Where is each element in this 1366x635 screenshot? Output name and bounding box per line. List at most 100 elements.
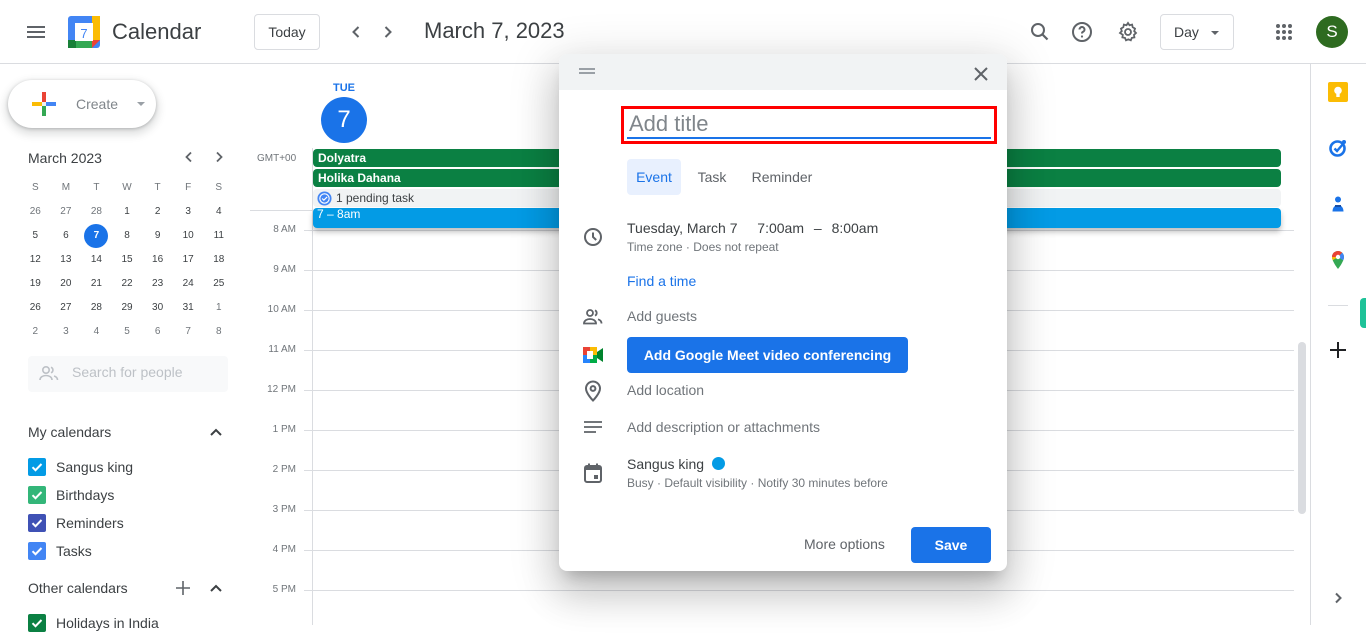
mini-calendar-day[interactable]: 1 — [203, 296, 234, 320]
event-start-time[interactable]: 7:00am — [757, 220, 804, 236]
mini-calendar-day[interactable]: 2 — [142, 200, 173, 224]
other-calendars-collapse-button[interactable] — [206, 578, 226, 598]
mini-calendar-day[interactable]: 1 — [112, 200, 143, 224]
mini-calendar-day[interactable]: 13 — [51, 248, 82, 272]
mini-calendar-day[interactable]: 6 — [142, 320, 173, 344]
mini-calendar-day[interactable]: 8 — [112, 224, 143, 248]
calendar-checkbox[interactable] — [28, 614, 46, 632]
my-calendars-collapse-button[interactable] — [206, 422, 226, 442]
mini-calendar-day[interactable]: 5 — [112, 320, 143, 344]
dialog-header[interactable] — [559, 54, 1007, 90]
mini-calendar-day[interactable]: 11 — [203, 224, 234, 248]
mini-calendar-day[interactable]: 16 — [142, 248, 173, 272]
mini-calendar-day[interactable]: 19 — [20, 272, 51, 296]
tab-event[interactable]: Event — [627, 159, 681, 195]
mini-calendar-next-button[interactable] — [208, 146, 230, 168]
mini-calendar-day-selected[interactable]: 7 — [81, 224, 112, 248]
calendar-list-item[interactable]: Reminders — [28, 511, 124, 535]
maps-button[interactable] — [1326, 248, 1350, 272]
mini-calendar-day[interactable]: 27 — [51, 200, 82, 224]
calendar-selector[interactable]: Sangus king — [627, 456, 726, 472]
keep-button[interactable] — [1326, 80, 1350, 104]
tab-task[interactable]: Task — [691, 159, 733, 195]
calendar-list-item[interactable]: Tasks — [28, 539, 92, 563]
search-button[interactable] — [1020, 12, 1060, 52]
google-apps-button[interactable] — [1264, 12, 1304, 52]
mini-calendar-day[interactable]: 20 — [51, 272, 82, 296]
people-search-input[interactable] — [72, 364, 222, 380]
add-description-field[interactable]: Add description or attachments — [627, 419, 820, 435]
mini-calendar-day[interactable]: 3 — [51, 320, 82, 344]
calendar-settings-info[interactable]: Busy · Default visibility · Notify 30 mi… — [627, 476, 888, 490]
mini-calendar-day[interactable]: 31 — [173, 296, 204, 320]
tasks-button[interactable] — [1326, 136, 1350, 160]
contacts-button[interactable] — [1326, 192, 1350, 216]
previous-day-button[interactable] — [340, 16, 372, 48]
expand-side-panel-button[interactable] — [1326, 586, 1350, 610]
mini-calendar-prev-button[interactable] — [178, 146, 200, 168]
mini-calendar-day[interactable]: 6 — [51, 224, 82, 248]
timezone-repeat-info[interactable]: Time zone · Does not repeat — [627, 240, 779, 254]
get-addons-button[interactable] — [1326, 338, 1350, 362]
view-selector-dropdown[interactable]: Day — [1160, 14, 1234, 50]
mini-calendar-day[interactable]: 7 — [173, 320, 204, 344]
add-location-field[interactable]: Add location — [627, 382, 704, 398]
mini-calendar-day[interactable]: 12 — [20, 248, 51, 272]
day-number: 7 — [84, 224, 109, 248]
today-button[interactable]: Today — [254, 14, 320, 50]
mini-calendar-day[interactable]: 21 — [81, 272, 112, 296]
mini-calendar-day[interactable]: 26 — [20, 200, 51, 224]
calendar-checkbox[interactable] — [28, 514, 46, 532]
mini-calendar-day[interactable]: 4 — [203, 200, 234, 224]
help-button[interactable] — [1062, 12, 1102, 52]
event-date[interactable]: Tuesday, March 7 — [627, 220, 738, 236]
mini-calendar-day[interactable]: 29 — [112, 296, 143, 320]
calendar-list-item[interactable]: Holidays in India — [28, 611, 159, 635]
mini-calendar-day[interactable]: 14 — [81, 248, 112, 272]
day-grid-scrollbar[interactable] — [1298, 342, 1306, 514]
mini-calendar-day[interactable]: 8 — [203, 320, 234, 344]
calendar-checkbox[interactable] — [28, 486, 46, 504]
next-day-button[interactable] — [372, 16, 404, 48]
save-button[interactable]: Save — [911, 527, 991, 563]
add-other-calendar-button[interactable] — [173, 578, 193, 598]
settings-button[interactable] — [1108, 12, 1148, 52]
add-google-meet-button[interactable]: Add Google Meet video conferencing — [627, 337, 908, 373]
more-options-button[interactable]: More options — [804, 536, 885, 552]
find-a-time-link[interactable]: Find a time — [627, 273, 696, 289]
mini-calendar-day[interactable]: 30 — [142, 296, 173, 320]
tab-reminder[interactable]: Reminder — [745, 159, 819, 195]
mini-calendar-day[interactable]: 28 — [81, 296, 112, 320]
mini-calendar-day[interactable]: 28 — [81, 200, 112, 224]
mini-calendar-day[interactable]: 2 — [20, 320, 51, 344]
mini-calendar-day[interactable]: 17 — [173, 248, 204, 272]
mini-calendar-day[interactable]: 5 — [20, 224, 51, 248]
calendar-list-item[interactable]: Sangus king — [28, 455, 133, 479]
mini-calendar-day[interactable]: 24 — [173, 272, 204, 296]
create-button[interactable]: Create — [8, 80, 156, 128]
mini-calendar-day[interactable]: 4 — [81, 320, 112, 344]
calendar-list-item[interactable]: Birthdays — [28, 483, 114, 507]
event-title-input[interactable] — [627, 111, 991, 139]
day-number-button[interactable]: 7 — [321, 97, 367, 143]
mini-calendar-day[interactable]: 23 — [142, 272, 173, 296]
mini-calendar-day[interactable]: 9 — [142, 224, 173, 248]
mini-calendar-day[interactable]: 15 — [112, 248, 143, 272]
main-menu-button[interactable] — [16, 12, 56, 52]
drag-handle-icon[interactable] — [579, 68, 595, 74]
close-dialog-button[interactable] — [969, 62, 993, 86]
people-search-box[interactable] — [28, 356, 228, 392]
mini-calendar-day[interactable]: 22 — [112, 272, 143, 296]
calendar-checkbox[interactable] — [28, 458, 46, 476]
mini-calendar-day[interactable]: 3 — [173, 200, 204, 224]
event-datetime[interactable]: Tuesday, March 7 7:00am – 8:00am — [627, 220, 878, 236]
mini-calendar-day[interactable]: 10 — [173, 224, 204, 248]
add-guests-field[interactable]: Add guests — [627, 308, 697, 324]
mini-calendar-day[interactable]: 27 — [51, 296, 82, 320]
calendar-checkbox[interactable] — [28, 542, 46, 560]
mini-calendar-day[interactable]: 25 — [203, 272, 234, 296]
event-end-time[interactable]: 8:00am — [832, 220, 879, 236]
mini-calendar-day[interactable]: 18 — [203, 248, 234, 272]
account-avatar[interactable]: S — [1316, 16, 1348, 48]
mini-calendar-day[interactable]: 26 — [20, 296, 51, 320]
